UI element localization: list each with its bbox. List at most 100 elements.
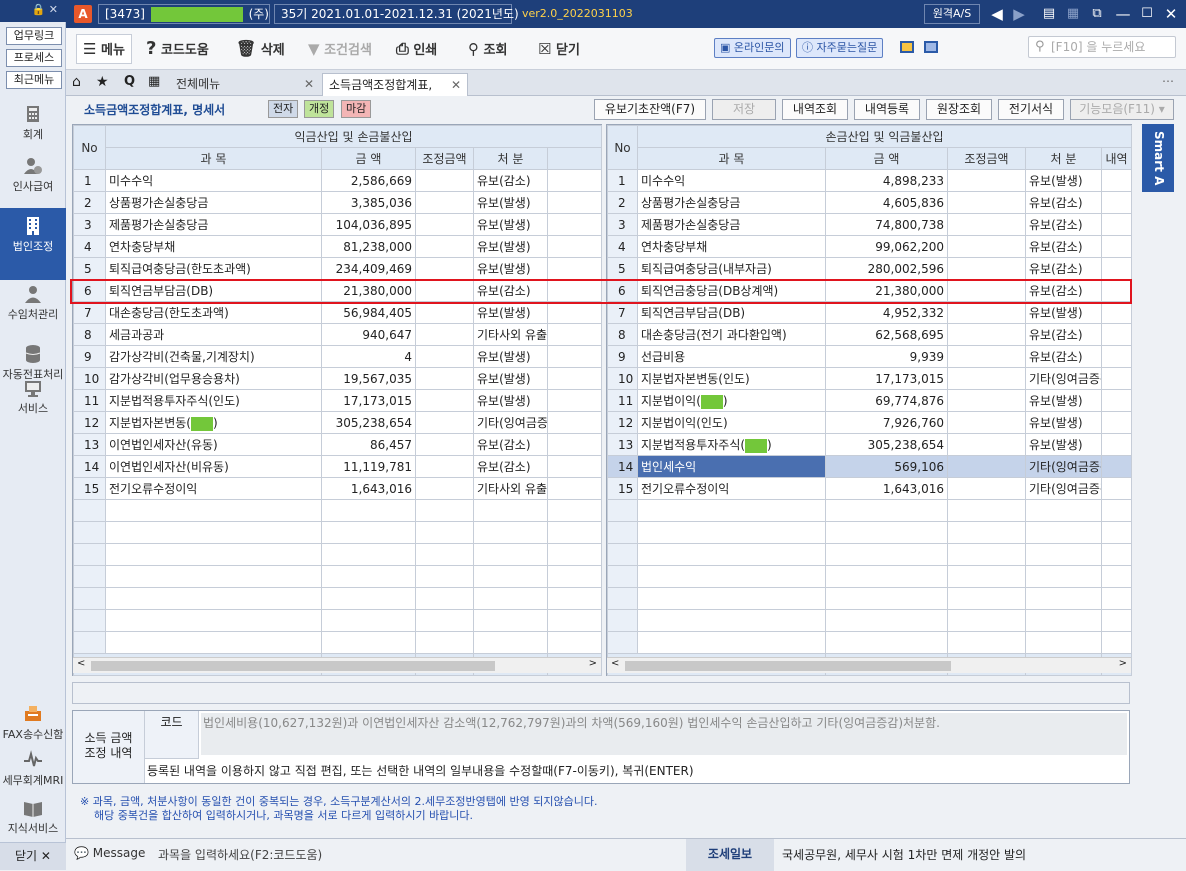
- row-subject[interactable]: 상품평가손실충당금: [637, 191, 826, 214]
- empty-row[interactable]: [73, 499, 603, 522]
- row-adjust[interactable]: [947, 345, 1026, 368]
- row-disposition[interactable]: 기타사외 유출: [473, 477, 548, 500]
- table-row[interactable]: 12지분법자본변동()305,238,654기타(잉여금증감): [73, 411, 603, 434]
- table-row[interactable]: 4 연차충당부채 99,062,200 유보(감소): [607, 235, 1133, 258]
- row-disposition[interactable]: [473, 609, 548, 632]
- sidebar-item-client-mgmt[interactable]: 수임처관리: [0, 284, 66, 336]
- row-amount[interactable]: 56,984,405: [321, 301, 416, 324]
- row-disposition[interactable]: 유보(발생): [473, 301, 548, 324]
- row-disposition[interactable]: 기타(잉여금증감): [1025, 455, 1102, 478]
- sidebar-item-service[interactable]: 서비스: [0, 378, 66, 422]
- row-disposition[interactable]: [1025, 609, 1102, 632]
- empty-row[interactable]: [73, 587, 603, 610]
- close-window-icon[interactable]: ✕: [1160, 4, 1182, 24]
- table-row[interactable]: 1 미수수익 4,898,233 유보(발생): [607, 169, 1133, 192]
- row-amount[interactable]: 17,173,015: [321, 389, 416, 412]
- scroll-right-icon[interactable]: >: [589, 658, 597, 669]
- row-disposition[interactable]: [473, 543, 548, 566]
- row-amount[interactable]: 4,605,836: [825, 191, 948, 214]
- row-subject[interactable]: 이연법인세자산(유동): [105, 433, 322, 456]
- row-disposition[interactable]: 유보(감소): [473, 433, 548, 456]
- row-amount[interactable]: 1,643,016: [321, 477, 416, 500]
- row-disposition[interactable]: 유보(발생): [1025, 389, 1102, 412]
- row-adjust[interactable]: [947, 213, 1026, 236]
- row-amount[interactable]: 3,385,036: [321, 191, 416, 214]
- empty-row[interactable]: [73, 631, 603, 654]
- faq-button[interactable]: ⓘ 자주묻는질문: [796, 38, 884, 58]
- table-row[interactable]: 1 미수수익 2,586,669 유보(감소): [73, 169, 603, 192]
- row-amount[interactable]: [825, 587, 948, 610]
- row-amount[interactable]: 4: [321, 345, 416, 368]
- row-disposition[interactable]: [1025, 521, 1102, 544]
- row-amount[interactable]: 1,643,016: [825, 477, 948, 500]
- row-amount[interactable]: 7,926,760: [825, 411, 948, 434]
- empty-row[interactable]: [607, 565, 1133, 588]
- row-subject[interactable]: 퇴직급여충당금(한도초과액): [105, 257, 322, 280]
- row-disposition[interactable]: 유보(감소): [1025, 257, 1102, 280]
- company-box[interactable]: [3473] (주): [98, 4, 270, 24]
- left-horizontal-scrollbar[interactable]: < >: [73, 657, 601, 673]
- row-disposition[interactable]: 기타(잉여금증감): [473, 411, 548, 434]
- table-row[interactable]: 14법인세수익 569,106 기타(잉여금증감): [607, 455, 1133, 478]
- back-arrow-icon[interactable]: ◀: [986, 4, 1008, 24]
- row-subject[interactable]: 미수수익: [637, 169, 826, 192]
- sidebar-item-payroll[interactable]: 인사급여: [0, 156, 66, 208]
- search-tab-icon[interactable]: Q: [124, 74, 135, 89]
- row-amount[interactable]: 280,002,596: [825, 257, 948, 280]
- row-adjust[interactable]: [415, 455, 474, 478]
- row-adjust[interactable]: [947, 411, 1026, 434]
- row-amount[interactable]: 104,036,895: [321, 213, 416, 236]
- layout-icon-2[interactable]: [924, 41, 938, 53]
- row-subject[interactable]: [105, 565, 322, 588]
- table-row[interactable]: 2 상품평가손실충당금 4,605,836 유보(감소): [607, 191, 1133, 214]
- row-subject[interactable]: 퇴직급여충당금(내부자금): [637, 257, 826, 280]
- row-adjust[interactable]: [947, 323, 1026, 346]
- row-disposition[interactable]: 유보(감소): [1025, 213, 1102, 236]
- row-amount[interactable]: 19,567,035: [321, 367, 416, 390]
- news-ticker[interactable]: 국세공무원, 세무사 시험 1차만 면제 개정안 발의: [782, 846, 1026, 863]
- row-subject[interactable]: 제품평가손실충당금: [637, 213, 826, 236]
- view-button[interactable]: ⚲ 조회: [468, 38, 507, 60]
- memo-code-text[interactable]: 법인세비용(10,627,132원)과 이연법인세자산 감소액(12,762,7…: [201, 713, 1127, 755]
- row-disposition[interactable]: [1025, 543, 1102, 566]
- row-disposition[interactable]: 기타(잉여금증감): [1025, 477, 1102, 500]
- row-disposition[interactable]: 유보(발생): [1025, 301, 1102, 324]
- row-subject[interactable]: 대손충당금(한도초과액): [105, 301, 322, 324]
- row-adjust[interactable]: [415, 235, 474, 258]
- empty-row[interactable]: [607, 521, 1133, 544]
- row-adjust[interactable]: [947, 301, 1026, 324]
- row-adjust[interactable]: [415, 477, 474, 500]
- row-adjust[interactable]: [415, 367, 474, 390]
- row-adjust[interactable]: [947, 191, 1026, 214]
- row-disposition[interactable]: [1025, 565, 1102, 588]
- scroll-left-icon[interactable]: <: [611, 658, 619, 669]
- row-adjust[interactable]: [415, 587, 474, 610]
- menu-button[interactable]: ☰ 메뉴: [76, 34, 132, 64]
- row-disposition[interactable]: 유보(감소): [1025, 235, 1102, 258]
- table-row[interactable]: 11 지분법이익() 69,774,876 유보(발생): [607, 389, 1133, 412]
- row-disposition[interactable]: 유보(감소): [1025, 345, 1102, 368]
- row-subject[interactable]: [637, 631, 826, 654]
- row-amount[interactable]: [825, 543, 948, 566]
- row-amount[interactable]: 305,238,654: [825, 433, 948, 456]
- row-disposition[interactable]: [1025, 587, 1102, 610]
- row-disposition[interactable]: 유보(발생): [473, 389, 548, 412]
- row-subject[interactable]: [105, 587, 322, 610]
- table-row[interactable]: 13 지분법적용투자주식() 305,238,654 유보(발생): [607, 433, 1133, 456]
- row-disposition[interactable]: 유보(감소): [473, 169, 548, 192]
- row-subject[interactable]: [105, 521, 322, 544]
- row-disposition[interactable]: 유보(발생): [473, 235, 548, 258]
- empty-row[interactable]: [607, 499, 1133, 522]
- row-subject[interactable]: 대손충당금(전기 과다환입액): [637, 323, 826, 346]
- row-subject[interactable]: [637, 565, 826, 588]
- row-disposition[interactable]: 유보(감소): [1025, 191, 1102, 214]
- table-row[interactable]: 8 세금과공과 940,647 기타사외 유출: [73, 323, 603, 346]
- row-subject[interactable]: 선급비용: [637, 345, 826, 368]
- row-subject[interactable]: [637, 521, 826, 544]
- row-subject[interactable]: 지분법이익(인도): [637, 411, 826, 434]
- apps-icon[interactable]: ▦: [148, 74, 160, 89]
- row-subject[interactable]: 미수수익: [105, 169, 322, 192]
- row-disposition[interactable]: [473, 521, 548, 544]
- row-subject[interactable]: 제품평가손실충당금: [105, 213, 322, 236]
- row-adjust[interactable]: [947, 499, 1026, 522]
